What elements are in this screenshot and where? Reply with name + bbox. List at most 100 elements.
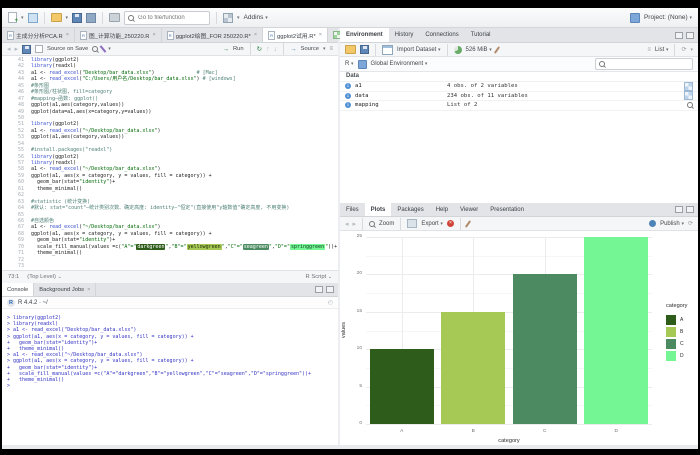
find-icon[interactable]: [92, 46, 98, 52]
run-icon: →: [223, 46, 230, 53]
rerun-icon[interactable]: ↻: [257, 45, 262, 53]
tab-environment[interactable]: Environment: [340, 28, 389, 42]
code-editor[interactable]: 41library(ggplot2)42library(readxl)43a1 …: [2, 56, 338, 271]
source-button[interactable]: Source: [301, 46, 319, 52]
source-tab-1[interactable]: R图_计算功能_250220.R×: [75, 28, 162, 42]
scope-selector[interactable]: (Top Level) ⌄: [27, 274, 62, 280]
panes-dropdown-icon[interactable]: ▾: [237, 15, 240, 21]
source-save-icon[interactable]: [22, 45, 31, 54]
environment-search-input[interactable]: [607, 60, 689, 68]
save-all-icon[interactable]: [86, 13, 96, 23]
clear-objects-icon[interactable]: [494, 46, 500, 54]
memory-usage-button[interactable]: 526 MiB ▾: [466, 47, 492, 53]
r-version-label[interactable]: R 4.4.2 · ~/: [18, 300, 48, 306]
back-icon[interactable]: ◂: [7, 45, 11, 53]
new-file-dropdown-icon[interactable]: ▾: [21, 15, 24, 21]
minimize-pane-icon[interactable]: [675, 206, 683, 213]
next-plot-icon[interactable]: ▸: [353, 220, 357, 228]
environment-tabstrip: EnvironmentHistoryConnectionsTutorial: [340, 28, 698, 43]
new-project-icon[interactable]: [28, 13, 38, 23]
maximize-pane-icon[interactable]: [326, 286, 334, 293]
environment-search-box[interactable]: [595, 58, 693, 70]
tab-viewer[interactable]: Viewer: [454, 203, 484, 216]
maximize-pane-icon[interactable]: [686, 206, 694, 213]
minimize-pane-icon[interactable]: [315, 286, 323, 293]
list-view-button[interactable]: List ▾: [655, 47, 669, 53]
code-tools-icon[interactable]: [100, 45, 107, 52]
plots-tabstrip: FilesPlotsPackagesHelpViewerPresentation: [340, 203, 698, 217]
open-file-icon[interactable]: [51, 13, 62, 22]
tab-plots[interactable]: Plots: [365, 203, 392, 216]
previous-plot-icon[interactable]: ◂: [345, 220, 349, 228]
workspace-panes-icon[interactable]: [223, 13, 233, 23]
object-info-icon[interactable]: i: [345, 102, 351, 108]
environment-object-a1[interactable]: ia14 obs. of 2 variables: [340, 82, 698, 92]
source-on-save-checkbox[interactable]: [35, 45, 43, 53]
object-info-icon[interactable]: i: [345, 83, 351, 89]
tab-help[interactable]: Help: [430, 203, 454, 216]
close-icon[interactable]: ×: [254, 32, 257, 38]
print-icon[interactable]: [109, 13, 120, 22]
object-name: mapping: [355, 102, 447, 108]
legend-label-A: A: [680, 317, 683, 323]
publish-button[interactable]: Publish ▾: [660, 221, 684, 227]
environment-object-mapping[interactable]: imappingList of 2: [340, 101, 698, 111]
tab-presentation[interactable]: Presentation: [484, 203, 530, 216]
close-icon[interactable]: ×: [319, 32, 322, 38]
inspect-object-icon[interactable]: [687, 102, 693, 108]
view-data-icon[interactable]: [684, 82, 693, 91]
remove-plot-icon[interactable]: ×: [447, 220, 454, 227]
tab-console[interactable]: Console: [2, 283, 34, 296]
save-workspace-icon[interactable]: [360, 45, 369, 54]
clear-plots-icon[interactable]: [465, 220, 471, 228]
object-info-icon[interactable]: i: [345, 93, 351, 99]
language-selector[interactable]: R ▾: [345, 61, 354, 67]
zoom-button[interactable]: Zoom: [379, 221, 394, 227]
tab-connections[interactable]: Connections: [419, 28, 464, 42]
goto-file-box[interactable]: [124, 11, 210, 25]
refresh-plot-icon[interactable]: ⟳: [688, 220, 693, 227]
file-type-selector[interactable]: R Script ⌄: [306, 274, 332, 280]
refresh-dropdown-icon[interactable]: ▾: [690, 47, 693, 53]
source-tab-3[interactable]: Rggplot2试用.R*×: [263, 28, 328, 42]
run-next-icon[interactable]: ↓: [274, 46, 278, 53]
minimize-pane-icon[interactable]: [675, 32, 683, 39]
forward-icon[interactable]: ▸: [15, 45, 19, 53]
new-file-icon[interactable]: [8, 12, 17, 23]
tab-tutorial[interactable]: Tutorial: [465, 28, 497, 42]
refresh-icon[interactable]: ⟳: [681, 46, 686, 53]
project-selector[interactable]: Project: (None) ▾: [644, 14, 692, 21]
save-icon[interactable]: [72, 13, 82, 23]
tab-packages[interactable]: Packages: [391, 203, 429, 216]
source-dropdown-icon[interactable]: ▾: [323, 46, 326, 52]
export-button[interactable]: Export ▾: [421, 221, 443, 227]
view-data-icon[interactable]: [684, 91, 693, 100]
import-dataset-button[interactable]: Import Dataset ▾: [397, 47, 441, 53]
run-button[interactable]: Run: [233, 46, 244, 52]
memory-dropdown-icon: ▾: [489, 47, 492, 53]
close-icon[interactable]: ×: [87, 287, 90, 293]
run-prev-icon[interactable]: ↑: [266, 46, 270, 53]
environment-selector[interactable]: Global Environment ▾: [371, 61, 428, 67]
tab-files[interactable]: Files: [340, 203, 365, 216]
close-icon[interactable]: ×: [153, 32, 156, 38]
code-line-73[interactable]: 73: [2, 263, 338, 269]
source-tab-2[interactable]: Rggplot2绘图_FOR 250220.R*×: [162, 28, 263, 42]
environment-object-data[interactable]: idata234 obs. of 11 variables: [340, 92, 698, 102]
source-tab-0[interactable]: R主成分分析PCA.R×: [2, 28, 75, 42]
code-tools-dropdown-icon[interactable]: ▾: [108, 46, 111, 52]
close-icon[interactable]: ×: [66, 32, 69, 38]
outline-icon[interactable]: ≡: [329, 46, 333, 52]
goto-file-input[interactable]: [136, 14, 206, 22]
code-line-64[interactable]: 64#默认: stat="count"—统计类别次数、确定高度: identit…: [2, 205, 338, 211]
load-workspace-icon[interactable]: [345, 45, 356, 54]
bar-D: [584, 237, 648, 424]
addins-menu[interactable]: Addins ▾: [244, 14, 268, 21]
open-file-dropdown-icon[interactable]: ▾: [66, 15, 69, 21]
console-header: R R 4.4.2 · ~/ ◴: [2, 297, 338, 309]
tab-history[interactable]: History: [389, 28, 420, 42]
console-output[interactable]: > library(ggplot2)> library(readxl)> a1 …: [2, 309, 338, 421]
maximize-pane-icon[interactable]: [686, 32, 694, 39]
r-file-icon: R: [268, 31, 275, 40]
tab-background-jobs[interactable]: Background Jobs×: [34, 283, 96, 296]
